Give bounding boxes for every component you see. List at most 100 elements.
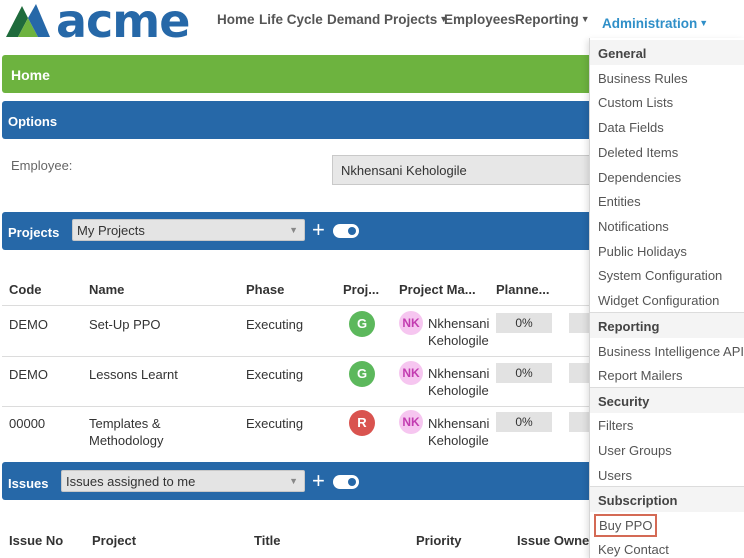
chevron-down-icon: ▼: [289, 476, 298, 486]
avatar: NK: [399, 410, 423, 434]
nav-administration[interactable]: Administration ▼: [602, 16, 708, 31]
projects-title: Projects: [8, 225, 60, 240]
pm-first-name: Nkhensani: [428, 316, 490, 331]
issues-toggle[interactable]: [333, 475, 359, 489]
status-badge: G: [349, 361, 375, 387]
add-issue-icon[interactable]: +: [312, 470, 325, 492]
menu-section-subscription: Subscription: [590, 487, 744, 512]
row-name[interactable]: Lessons Learnt: [89, 366, 178, 383]
menu-item-public-holidays[interactable]: Public Holidays: [598, 244, 687, 259]
nav-demand-projects[interactable]: Demand Projects ▼: [327, 12, 448, 27]
add-project-icon[interactable]: +: [312, 219, 325, 241]
menu-item-key-contact[interactable]: Key Contact: [598, 542, 669, 557]
row-phase: Executing: [246, 367, 304, 382]
menu-item-filters[interactable]: Filters: [598, 418, 633, 433]
menu-section-security: Security: [590, 388, 744, 413]
projects-filter-value: My Projects: [77, 223, 145, 238]
nav-employees[interactable]: Employees: [444, 12, 515, 27]
nav-administration-label: Administration: [602, 16, 698, 31]
pm-last-name: Kehologile: [428, 433, 489, 448]
row-phase: Executing: [246, 317, 304, 332]
row-code: DEMO: [9, 317, 48, 332]
projects-toggle[interactable]: [333, 224, 359, 238]
planned-progress: 0%: [496, 313, 552, 333]
nav-reporting[interactable]: Reporting ▼: [515, 12, 590, 27]
toggle-knob: [348, 227, 356, 235]
col-title[interactable]: Title: [254, 533, 281, 548]
col-issue-owner[interactable]: Issue Owner: [517, 533, 594, 548]
chevron-down-icon: ▼: [699, 18, 709, 28]
menu-item-dependencies[interactable]: Dependencies: [598, 170, 681, 185]
nav-reporting-label: Reporting: [515, 12, 579, 27]
menu-item-entities[interactable]: Entities: [598, 194, 641, 209]
nav-demand-projects-label: Demand Projects: [327, 12, 438, 27]
menu-item-buy-ppo[interactable]: Buy PPO: [593, 514, 658, 537]
row-name[interactable]: Set-Up PPO: [89, 316, 161, 333]
menu-item-custom-lists[interactable]: Custom Lists: [598, 95, 673, 110]
acme-triangle-logo-icon: [6, 4, 50, 37]
col-project[interactable]: Project: [92, 533, 136, 548]
home-banner: Home: [2, 55, 590, 93]
table-divider: [2, 305, 590, 306]
pm-first-name: Nkhensani: [428, 416, 490, 431]
issues-panel-header: Issues Issues assigned to me ▼ +: [2, 462, 590, 500]
menu-item-widget-configuration[interactable]: Widget Configuration: [598, 293, 719, 308]
avatar: NK: [399, 361, 423, 385]
col-project-status[interactable]: Proj...: [343, 282, 379, 297]
acme-logo[interactable]: acme: [4, 0, 204, 48]
col-priority[interactable]: Priority: [416, 533, 462, 548]
col-code[interactable]: Code: [9, 282, 42, 297]
menu-item-deleted-items[interactable]: Deleted Items: [598, 145, 678, 160]
menu-item-data-fields[interactable]: Data Fields: [598, 120, 664, 135]
menu-item-business-intelligence-api[interactable]: Business Intelligence API: [598, 344, 744, 359]
planned-progress: 0%: [496, 363, 552, 383]
employee-value: Nkhensani Kehologile: [341, 163, 467, 178]
nav-life-cycle[interactable]: Life Cycle: [259, 12, 323, 27]
status-badge: R: [349, 410, 375, 436]
avatar: NK: [399, 311, 423, 335]
row-name[interactable]: Templates &: [89, 415, 161, 432]
col-issue-no[interactable]: Issue No: [9, 533, 63, 548]
menu-item-user-groups[interactable]: User Groups: [598, 443, 672, 458]
col-planned[interactable]: Planne...: [496, 282, 549, 297]
row-code: DEMO: [9, 367, 48, 382]
row-divider: [2, 406, 590, 407]
menu-item-system-configuration[interactable]: System Configuration: [598, 268, 722, 283]
pm-first-name: Nkhensani: [428, 366, 490, 381]
logo-text: acme: [56, 0, 190, 48]
issues-filter-value: Issues assigned to me: [66, 474, 196, 489]
progress-bar: [569, 363, 589, 383]
projects-filter-select[interactable]: My Projects ▼: [72, 219, 305, 241]
row-divider: [2, 356, 590, 357]
issues-title: Issues: [8, 476, 49, 491]
planned-progress: 0%: [496, 412, 552, 432]
issues-filter-select[interactable]: Issues assigned to me ▼: [61, 470, 305, 492]
menu-item-users[interactable]: Users: [598, 468, 632, 483]
administration-dropdown-menu: General Business Rules Custom Lists Data…: [589, 38, 744, 558]
menu-section-general: General: [590, 40, 744, 65]
options-panel-header: Options: [2, 101, 590, 139]
employee-label: Employee:: [11, 158, 73, 173]
status-badge: G: [349, 311, 375, 337]
toggle-knob: [348, 478, 356, 486]
menu-section-reporting: Reporting: [590, 313, 744, 338]
row-phase: Executing: [246, 416, 304, 431]
pm-last-name: Kehologile: [428, 333, 489, 348]
pm-last-name: Kehologile: [428, 383, 489, 398]
page-title: Home: [11, 67, 50, 83]
col-name[interactable]: Name: [89, 282, 124, 297]
menu-item-notifications[interactable]: Notifications: [598, 219, 669, 234]
col-phase[interactable]: Phase: [246, 282, 284, 297]
employee-select[interactable]: Nkhensani Kehologile: [332, 155, 590, 185]
progress-bar: [569, 313, 589, 333]
nav-home[interactable]: Home: [217, 12, 255, 27]
menu-item-business-rules[interactable]: Business Rules: [598, 71, 688, 86]
chevron-down-icon: ▼: [289, 225, 298, 235]
options-title: Options: [8, 114, 58, 129]
row-code: 00000: [9, 416, 46, 431]
progress-bar: [569, 412, 589, 432]
col-project-manager[interactable]: Project Ma...: [399, 282, 476, 297]
chevron-down-icon: ▼: [580, 14, 590, 24]
menu-item-report-mailers[interactable]: Report Mailers: [598, 368, 683, 383]
row-name-line2[interactable]: Methodology: [89, 432, 163, 449]
